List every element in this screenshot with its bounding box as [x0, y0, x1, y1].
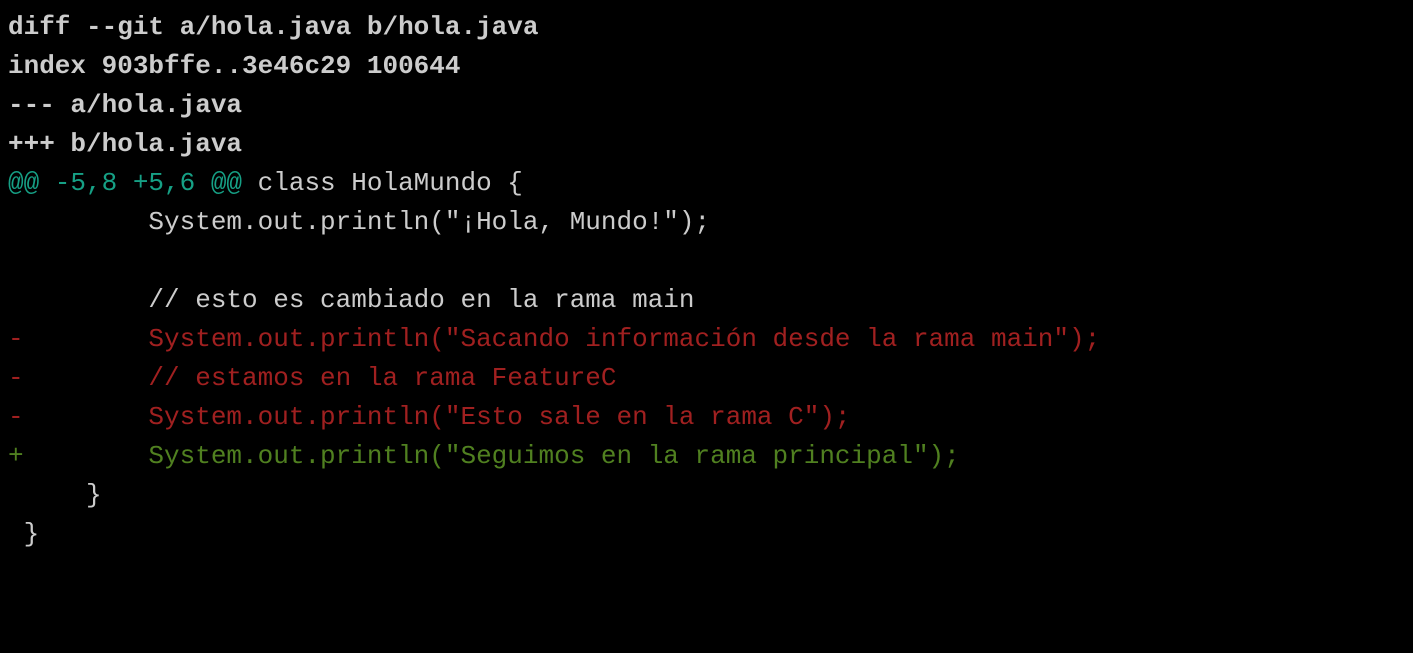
diff-removed-line: - System.out.println("Esto sale en la ra…	[8, 398, 1405, 437]
diff-header-line: index 903bffe..3e46c29 100644	[8, 47, 1405, 86]
diff-hunk-header: @@ -5,8 +5,6 @@ class HolaMundo {	[8, 164, 1405, 203]
diff-context-line: System.out.println("¡Hola, Mundo!");	[8, 203, 1405, 242]
diff-context-line	[8, 242, 1405, 281]
hunk-range-marker: @@ -5,8 +5,6 @@	[8, 168, 242, 198]
diff-added-line: + System.out.println("Seguimos en la ram…	[8, 437, 1405, 476]
diff-context-line: }	[8, 476, 1405, 515]
diff-header-line: diff --git a/hola.java b/hola.java	[8, 8, 1405, 47]
hunk-context-text: class HolaMundo {	[242, 168, 523, 198]
diff-removed-line: - // estamos en la rama FeatureC	[8, 359, 1405, 398]
terminal-diff-output: diff --git a/hola.java b/hola.java index…	[8, 8, 1405, 554]
diff-header-line: --- a/hola.java	[8, 86, 1405, 125]
diff-removed-line: - System.out.println("Sacando informació…	[8, 320, 1405, 359]
diff-context-line: // esto es cambiado en la rama main	[8, 281, 1405, 320]
diff-context-line: }	[8, 515, 1405, 554]
diff-header-line: +++ b/hola.java	[8, 125, 1405, 164]
